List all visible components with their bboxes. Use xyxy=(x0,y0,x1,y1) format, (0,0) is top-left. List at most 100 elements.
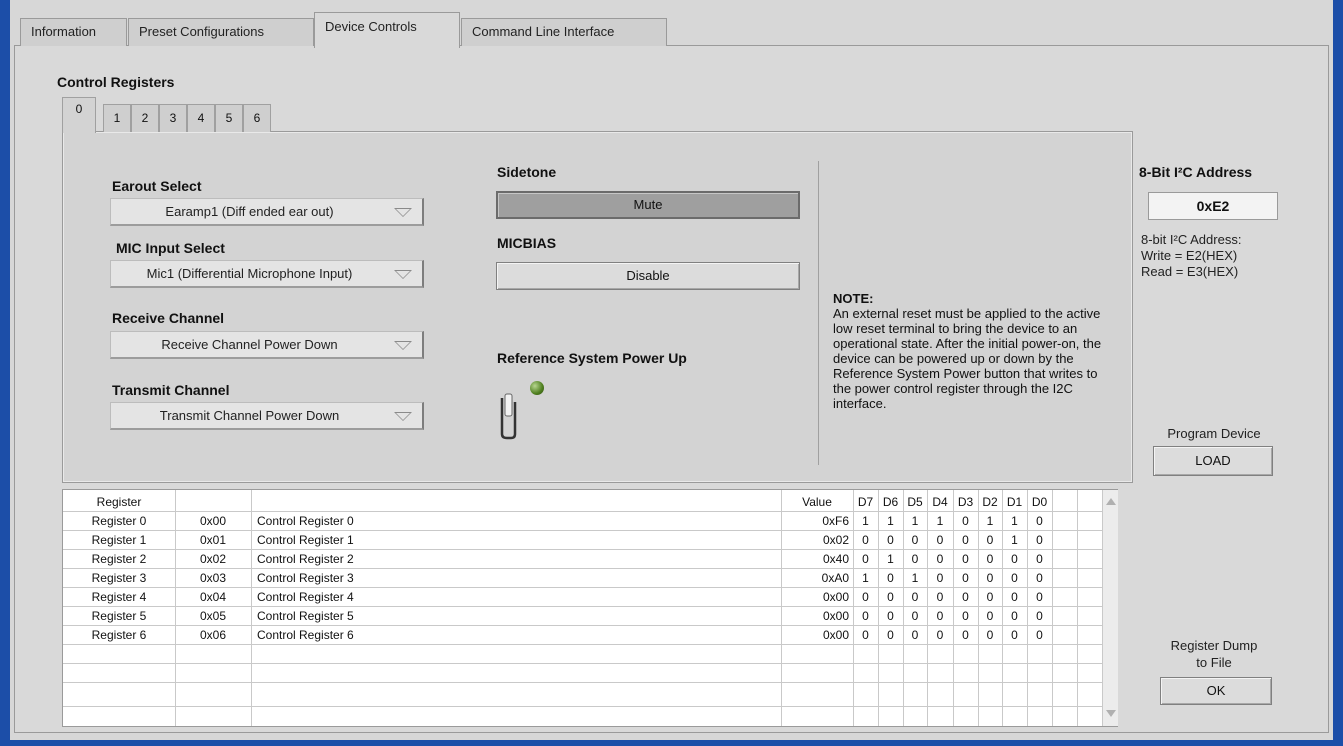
load-button[interactable]: LOAD xyxy=(1153,446,1273,476)
cell-bit[interactable]: 0 xyxy=(978,607,1002,625)
cell-bit[interactable]: 1 xyxy=(903,512,927,530)
tab-information[interactable]: Information xyxy=(20,18,127,46)
dump-ok-button[interactable]: OK xyxy=(1160,677,1272,705)
i2c-address-field[interactable]: 0xE2 xyxy=(1148,192,1278,220)
scroll-up-icon[interactable] xyxy=(1106,498,1116,505)
cell-bit[interactable]: 0 xyxy=(978,531,1002,549)
cell-bit[interactable]: 1 xyxy=(853,512,878,530)
cell-bit[interactable]: 0 xyxy=(1002,588,1027,606)
cell-bit[interactable]: 0 xyxy=(853,588,878,606)
cell-bit[interactable]: 0 xyxy=(953,607,978,625)
register-tab-6[interactable]: 6 xyxy=(243,104,271,132)
cell-description: Control Register 6 xyxy=(257,628,354,642)
cell-description: Control Register 1 xyxy=(257,533,354,547)
table-scrollbar[interactable] xyxy=(1102,490,1118,726)
cell-bit[interactable]: 0 xyxy=(927,569,953,587)
register-tab-2[interactable]: 2 xyxy=(131,104,159,132)
cell-bit[interactable]: 0 xyxy=(978,626,1002,644)
cell-bit[interactable]: 0 xyxy=(1027,626,1052,644)
cell-bit[interactable]: 0 xyxy=(878,531,903,549)
register-tab-1[interactable]: 1 xyxy=(103,104,131,132)
cell-bit[interactable]: 1 xyxy=(853,569,878,587)
mic-input-select-value: Mic1 (Differential Microphone Input) xyxy=(146,266,353,281)
cell-bit[interactable]: 0 xyxy=(1002,550,1027,568)
cell-bit[interactable]: 0 xyxy=(853,550,878,568)
earout-select-value: Earamp1 (Diff ended ear out) xyxy=(165,204,334,219)
cell-bit[interactable]: 0 xyxy=(853,607,878,625)
cell-bit[interactable]: 0 xyxy=(927,626,953,644)
cell-bit[interactable]: 0 xyxy=(903,550,927,568)
cell-bit[interactable]: 0 xyxy=(953,550,978,568)
cell-bit[interactable]: 0 xyxy=(953,569,978,587)
cell-bit[interactable]: 0 xyxy=(953,588,978,606)
register-dump-label-line-1: Register Dump xyxy=(1170,638,1258,653)
i2c-address-title: 8-Bit I²C Address xyxy=(1139,164,1253,180)
cell-bit[interactable]: 0 xyxy=(927,607,953,625)
cell-address: 0x02 xyxy=(199,552,227,566)
cell-bit[interactable]: 0 xyxy=(878,569,903,587)
cell-bit[interactable]: 0 xyxy=(1027,512,1052,530)
cell-bit[interactable]: 0 xyxy=(903,626,927,644)
chevron-down-icon xyxy=(394,270,412,279)
sidetone-mute-button[interactable]: Mute xyxy=(496,191,800,219)
register-tab-3[interactable]: 3 xyxy=(159,104,187,132)
reference-system-power-label: Reference System Power Up xyxy=(497,350,687,366)
register-tab-4[interactable]: 4 xyxy=(187,104,215,132)
receive-channel-value: Receive Channel Power Down xyxy=(161,337,338,352)
cell-bit[interactable]: 1 xyxy=(878,512,903,530)
cell-bit[interactable]: 0 xyxy=(978,588,1002,606)
register-tab-0[interactable]: 0 xyxy=(62,97,96,133)
cell-description: Control Register 2 xyxy=(257,552,354,566)
cell-bit[interactable]: 0 xyxy=(903,588,927,606)
cell-bit[interactable]: 0 xyxy=(927,531,953,549)
cell-bit[interactable]: 0 xyxy=(878,607,903,625)
cell-bit[interactable]: 0 xyxy=(853,531,878,549)
cell-bit[interactable]: 1 xyxy=(878,550,903,568)
cell-bit[interactable]: 0 xyxy=(978,569,1002,587)
note-text: An external reset must be applied to the… xyxy=(833,306,1102,411)
cell-bit[interactable]: 0 xyxy=(927,588,953,606)
cell-bit[interactable]: 0 xyxy=(1002,626,1027,644)
cell-bit[interactable]: 0 xyxy=(953,512,978,530)
cell-bit[interactable]: 0 xyxy=(1002,569,1027,587)
sidetone-label: Sidetone xyxy=(497,164,557,180)
receive-channel-dropdown[interactable]: Receive Channel Power Down xyxy=(110,331,424,359)
transmit-channel-label: Transmit Channel xyxy=(112,382,230,398)
cell-bit[interactable]: 0 xyxy=(1027,607,1052,625)
header-description xyxy=(251,493,781,511)
cell-bit[interactable]: 0 xyxy=(1027,569,1052,587)
cell-bit[interactable]: 0 xyxy=(878,626,903,644)
cell-bit[interactable]: 0 xyxy=(1027,531,1052,549)
mic-input-select-dropdown[interactable]: Mic1 (Differential Microphone Input) xyxy=(110,260,424,288)
cell-bit[interactable]: 0 xyxy=(1027,550,1052,568)
cell-bit[interactable]: 0 xyxy=(978,550,1002,568)
tab-command-line-interface[interactable]: Command Line Interface xyxy=(461,18,667,46)
cell-bit[interactable]: 1 xyxy=(927,512,953,530)
cell-bit[interactable]: 0 xyxy=(953,531,978,549)
cell-bit[interactable]: 1 xyxy=(1002,531,1027,549)
transmit-channel-dropdown[interactable]: Transmit Channel Power Down xyxy=(110,402,424,430)
scroll-down-icon[interactable] xyxy=(1106,710,1116,717)
cell-bit[interactable]: 1 xyxy=(903,569,927,587)
cell-bit[interactable]: 0 xyxy=(953,626,978,644)
cell-bit[interactable]: 0 xyxy=(1002,607,1027,625)
cell-bit[interactable]: 0 xyxy=(878,588,903,606)
cell-bit[interactable]: 1 xyxy=(978,512,1002,530)
cell-bit[interactable]: 0 xyxy=(903,607,927,625)
cell-bit[interactable]: 0 xyxy=(927,550,953,568)
power-led-indicator xyxy=(530,381,544,395)
register-tab-5[interactable]: 5 xyxy=(215,104,243,132)
tab-preset-configurations[interactable]: Preset Configurations xyxy=(128,18,314,46)
cell-bit[interactable]: 0 xyxy=(903,531,927,549)
i2c-info-line-1: 8-bit I²C Address: xyxy=(1141,232,1242,247)
cell-bit[interactable]: 0 xyxy=(1027,588,1052,606)
earout-select-dropdown[interactable]: Earamp1 (Diff ended ear out) xyxy=(110,198,424,226)
header-d0: D0 xyxy=(1031,495,1048,509)
header-d5: D5 xyxy=(907,495,923,509)
cell-bit[interactable]: 1 xyxy=(1002,512,1027,530)
tab-device-controls[interactable]: Device Controls xyxy=(314,12,460,48)
micbias-disable-button[interactable]: Disable xyxy=(496,262,800,290)
cell-value: 0x00 xyxy=(822,609,849,623)
cell-bit[interactable]: 0 xyxy=(853,626,878,644)
power-toggle-switch[interactable] xyxy=(499,392,519,440)
